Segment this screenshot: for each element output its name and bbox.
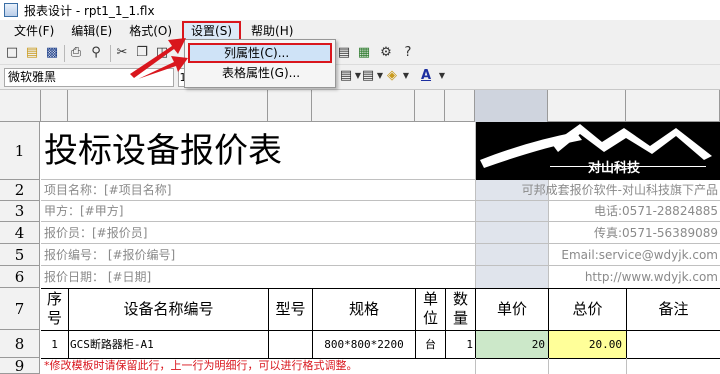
standard-toolbar: □ ▤ ▩ ⎙ ⚲ ✂ ❐ ◫ ▤ ▦ ⚙ ? bbox=[0, 42, 720, 65]
insert-object-icon[interactable]: ▤ bbox=[336, 45, 352, 61]
row-header[interactable]: 3 bbox=[0, 201, 40, 222]
app-icon bbox=[4, 3, 18, 17]
cell-unit-price[interactable]: 20 bbox=[476, 331, 548, 358]
chevron-down-icon[interactable]: ▼ bbox=[434, 68, 450, 84]
insert-image-icon[interactable]: ▦ bbox=[356, 45, 372, 61]
header-spec[interactable]: 规格 bbox=[313, 289, 415, 330]
title-bar: 报表设计 - rpt1_1_1.flx bbox=[0, 0, 720, 20]
chevron-down-icon[interactable]: ▼ bbox=[398, 68, 414, 84]
cell-spec[interactable]: 800*800*2200 bbox=[313, 331, 415, 358]
project-name-field[interactable]: 项目名称：[#项目名称] bbox=[44, 181, 171, 200]
row-header[interactable]: 5 bbox=[0, 244, 40, 266]
row-header[interactable]: 7 bbox=[0, 288, 40, 330]
row-header[interactable]: 6 bbox=[0, 266, 40, 288]
header-qty[interactable]: 数 量 bbox=[446, 290, 475, 328]
row-header[interactable]: 8 bbox=[0, 330, 40, 358]
menu-item-column-properties[interactable]: 列属性(C)... bbox=[188, 43, 332, 63]
quoter-field[interactable]: 报价员：[#报价员] bbox=[44, 223, 147, 243]
email-line[interactable]: Email:service@wdyjk.com bbox=[476, 245, 718, 265]
row-header[interactable]: 9 bbox=[0, 358, 40, 374]
menu-help[interactable]: 帮助(H) bbox=[244, 21, 300, 41]
save-icon[interactable]: ▩ bbox=[44, 45, 60, 61]
format-toolbar: 微软雅黑 1 ▤ ▼ ▤ ▼ ◈ ▼ A ▼ bbox=[0, 65, 720, 90]
product-line[interactable]: 可邦成套报价软件-对山科技旗下产品 bbox=[476, 181, 718, 200]
cell-unit[interactable]: 台 bbox=[416, 331, 445, 358]
properties-icon[interactable]: ⚙ bbox=[378, 45, 394, 61]
cell-remark[interactable] bbox=[627, 331, 720, 358]
font-color-icon[interactable]: A bbox=[418, 68, 434, 84]
logo-text: 对山科技 bbox=[588, 161, 641, 176]
column-header-row bbox=[0, 90, 720, 122]
new-file-icon[interactable]: □ bbox=[4, 45, 20, 61]
header-name[interactable]: 设备名称编号 bbox=[69, 289, 268, 330]
menu-bar: 文件(F) 编辑(E) 格式(O) 设置(S) 帮助(H) bbox=[0, 20, 720, 42]
menu-file[interactable]: 文件(F) bbox=[7, 21, 61, 41]
cell-qty[interactable]: 1 bbox=[446, 331, 473, 358]
party-a-field[interactable]: 甲方：[#甲方] bbox=[44, 202, 123, 221]
header-model[interactable]: 型号 bbox=[269, 289, 312, 330]
header-remark[interactable]: 备注 bbox=[627, 289, 720, 330]
menu-item-table-properties[interactable]: 表格属性(G)... bbox=[188, 64, 332, 84]
window-title: 报表设计 - rpt1_1_1.flx bbox=[24, 3, 155, 18]
settings-dropdown: 列属性(C)... 表格属性(G)... bbox=[184, 39, 336, 88]
fax-line[interactable]: 传真:0571-56389089 bbox=[476, 223, 718, 243]
phone-line[interactable]: 电话:0571-28824885 bbox=[476, 202, 718, 221]
print-icon[interactable]: ⎙ bbox=[68, 45, 84, 61]
quote-number-field[interactable]: 报价编号： [#报价编号] bbox=[44, 245, 175, 265]
print-preview-icon[interactable]: ⚲ bbox=[88, 45, 104, 61]
report-title[interactable]: 投标设备报价表 bbox=[44, 126, 282, 176]
template-note[interactable]: *修改模板时请保留此行，上一行为明细行，可以进行格式调整。 bbox=[44, 359, 358, 373]
cell-seq[interactable]: 1 bbox=[41, 331, 68, 358]
company-logo: 对山科技 bbox=[476, 122, 720, 180]
open-folder-icon[interactable]: ▤ bbox=[24, 45, 40, 61]
help-icon[interactable]: ? bbox=[400, 45, 416, 61]
row-header[interactable]: 1 bbox=[0, 122, 40, 180]
menu-settings[interactable]: 设置(S) bbox=[182, 21, 242, 41]
cell-name[interactable]: GCS断路器柜-A1 bbox=[70, 331, 267, 358]
row-header[interactable]: 2 bbox=[0, 180, 40, 201]
annotation-arrows bbox=[130, 38, 188, 80]
header-total[interactable]: 总价 bbox=[549, 289, 626, 330]
menu-edit[interactable]: 编辑(E) bbox=[64, 21, 119, 41]
cell-total[interactable]: 20.00 bbox=[549, 331, 626, 358]
header-unit-price[interactable]: 单价 bbox=[476, 289, 548, 330]
quote-date-field[interactable]: 报价日期： [#日期] bbox=[44, 267, 151, 287]
report-grid[interactable]: 1 2 3 4 5 6 7 8 9 对山科技 投标设备报价表 项目名称：[#项目… bbox=[0, 90, 720, 374]
header-unit[interactable]: 单 位 bbox=[416, 290, 445, 328]
row-header[interactable]: 4 bbox=[0, 222, 40, 244]
website-line[interactable]: http://www.wdyjk.com bbox=[476, 267, 718, 287]
header-seq[interactable]: 序 号 bbox=[41, 290, 68, 328]
cell-model[interactable] bbox=[269, 331, 312, 358]
